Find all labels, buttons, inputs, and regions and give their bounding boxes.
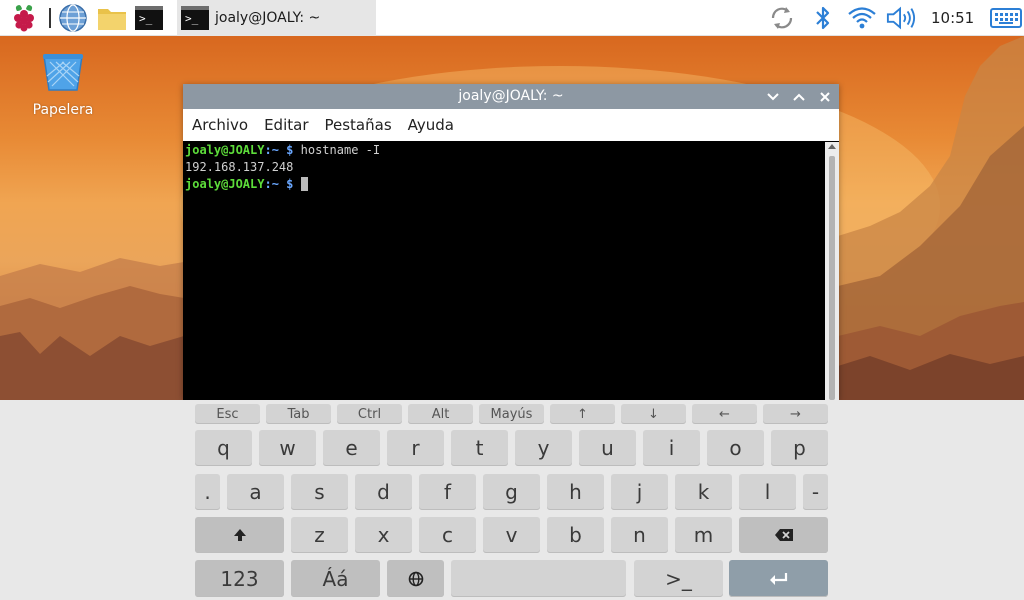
menu-ayuda[interactable]: Ayuda xyxy=(408,116,454,134)
scroll-up-arrow-icon[interactable] xyxy=(828,144,836,149)
key-g[interactable]: g xyxy=(483,474,540,510)
update-sync-icon[interactable] xyxy=(767,3,797,33)
key-enter[interactable] xyxy=(729,560,828,597)
key-r[interactable]: r xyxy=(387,430,444,466)
key-h[interactable]: h xyxy=(547,474,604,510)
volume-icon[interactable] xyxy=(886,3,916,33)
menu-archivo[interactable]: Archivo xyxy=(192,116,248,134)
bluetooth-icon[interactable] xyxy=(808,3,838,33)
key-esc[interactable]: Esc xyxy=(195,404,260,424)
key-numbers[interactable]: 123 xyxy=(195,560,284,597)
terminal-launcher-icon[interactable]: >_ xyxy=(134,3,164,33)
taskbar-window-button[interactable]: >_ joaly@JOALY: ~ xyxy=(177,0,376,36)
trash-desktop-icon[interactable]: Papelera xyxy=(26,52,100,118)
key-l[interactable]: l xyxy=(739,474,796,510)
backspace-icon xyxy=(774,529,793,541)
key-prompt[interactable]: >_ xyxy=(634,560,723,597)
key-alt[interactable]: Alt xyxy=(408,404,473,424)
taskbar-window-title: joaly@JOALY: ~ xyxy=(215,10,321,26)
on-screen-keyboard: Esc Tab Ctrl Alt Mayús ↑ ↓ ← → q w e r t… xyxy=(0,400,1024,600)
key-c[interactable]: c xyxy=(419,517,476,553)
key-arrow-down[interactable]: ↓ xyxy=(621,404,686,424)
scrollbar-thumb[interactable] xyxy=(829,156,835,400)
shift-arrow-icon xyxy=(233,529,246,541)
key-shift[interactable] xyxy=(195,517,284,553)
trash-label: Papelera xyxy=(32,102,94,118)
virtual-keyboard-icon[interactable] xyxy=(989,3,1023,33)
key-u[interactable]: u xyxy=(579,430,636,466)
taskbar-separator xyxy=(49,8,51,28)
terminal-titlebar[interactable]: joaly@JOALY: ~ xyxy=(183,84,839,109)
web-browser-icon[interactable] xyxy=(58,3,88,33)
key-k[interactable]: k xyxy=(675,474,732,510)
globe-icon xyxy=(408,571,423,586)
key-j[interactable]: j xyxy=(611,474,668,510)
enter-arrow-icon xyxy=(769,572,787,585)
key-a[interactable]: a xyxy=(227,474,284,510)
key-t[interactable]: t xyxy=(451,430,508,466)
key-shift-text[interactable]: Mayús xyxy=(479,404,544,424)
taskbar: >_ >_ joaly@JOALY: ~ 10:51 xyxy=(0,0,1024,36)
key-x[interactable]: x xyxy=(355,517,412,553)
key-accents[interactable]: Áá xyxy=(291,560,380,597)
key-e[interactable]: e xyxy=(323,430,380,466)
key-arrow-up[interactable]: ↑ xyxy=(550,404,615,424)
raspberry-menu-icon[interactable] xyxy=(9,3,39,33)
key-o[interactable]: o xyxy=(707,430,764,466)
menu-editar[interactable]: Editar xyxy=(264,116,308,134)
terminal-output[interactable]: joaly@JOALY:~ $ hostname -I 192.168.137.… xyxy=(184,142,824,400)
key-n[interactable]: n xyxy=(611,517,668,553)
key-arrow-left[interactable]: ← xyxy=(692,404,757,424)
key-f[interactable]: f xyxy=(419,474,476,510)
key-m[interactable]: m xyxy=(675,517,732,553)
close-icon[interactable] xyxy=(817,89,833,105)
key-d[interactable]: d xyxy=(355,474,412,510)
key-arrow-right[interactable]: → xyxy=(763,404,828,424)
terminal-line: 192.168.137.248 xyxy=(185,160,294,174)
key-q[interactable]: q xyxy=(195,430,252,466)
menu-pestanas[interactable]: Pestañas xyxy=(325,116,392,134)
window-title: joaly@JOALY: ~ xyxy=(458,88,564,104)
terminal-line: joaly@JOALY:~ $ hostname -I xyxy=(185,143,381,157)
key-tab[interactable]: Tab xyxy=(266,404,331,424)
clock[interactable]: 10:51 xyxy=(931,9,974,27)
terminal-icon: >_ xyxy=(181,6,209,30)
terminal-glyph: >_ xyxy=(135,6,163,30)
key-backspace[interactable] xyxy=(739,517,828,553)
key-language[interactable] xyxy=(387,560,444,597)
file-manager-icon[interactable] xyxy=(97,3,127,33)
key-v[interactable]: v xyxy=(483,517,540,553)
key-space[interactable] xyxy=(451,560,626,597)
key-period[interactable]: . xyxy=(195,474,220,510)
trash-icon xyxy=(43,54,83,91)
key-ctrl[interactable]: Ctrl xyxy=(337,404,402,424)
maximize-icon[interactable] xyxy=(791,89,807,105)
terminal-line: joaly@JOALY:~ $ xyxy=(185,176,823,193)
key-b[interactable]: b xyxy=(547,517,604,553)
text-cursor xyxy=(300,177,308,191)
key-dash[interactable]: - xyxy=(803,474,828,510)
key-i[interactable]: i xyxy=(643,430,700,466)
key-z[interactable]: z xyxy=(291,517,348,553)
wifi-icon[interactable] xyxy=(847,3,877,33)
minimize-icon[interactable] xyxy=(765,89,781,105)
key-w[interactable]: w xyxy=(259,430,316,466)
key-y[interactable]: y xyxy=(515,430,572,466)
terminal-scrollbar[interactable] xyxy=(825,142,839,400)
terminal-window[interactable]: joaly@JOALY: ~ Archivo Editar Pestañas A… xyxy=(183,84,839,400)
key-s[interactable]: s xyxy=(291,474,348,510)
terminal-menubar: Archivo Editar Pestañas Ayuda xyxy=(183,109,839,141)
key-p[interactable]: p xyxy=(771,430,828,466)
